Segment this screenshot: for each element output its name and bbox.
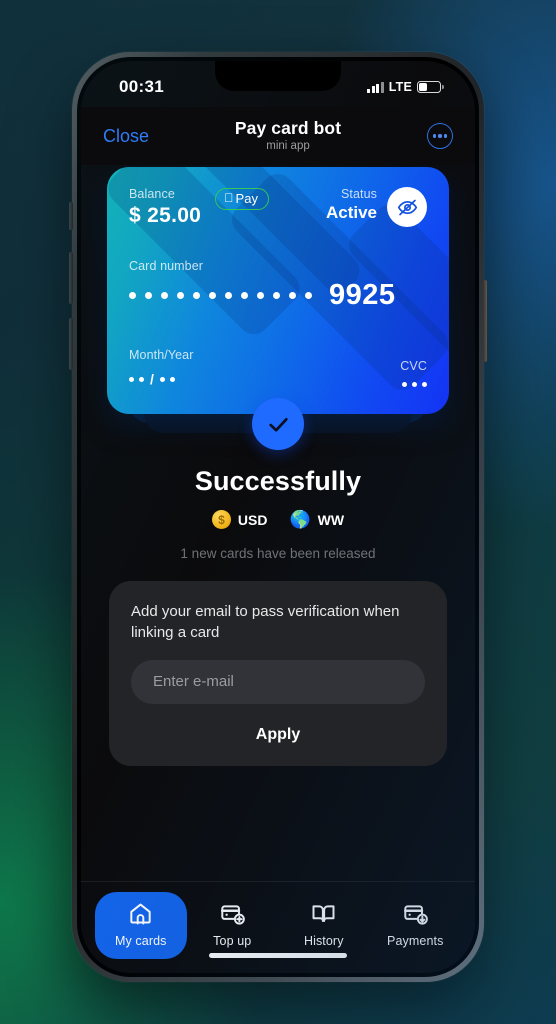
page-subtitle: mini app: [266, 139, 310, 152]
email-verification-panel: Add your email to pass verification when…: [109, 581, 447, 766]
globe-icon: 🌎: [289, 510, 311, 529]
masked-group: [129, 292, 184, 299]
check-circle-icon: [252, 398, 304, 450]
expiry-label: Month/Year: [129, 348, 194, 362]
network-type-label: LTE: [388, 80, 412, 94]
phone-bezel: 00:31 LTE Close Pay card bot mini app Ba…: [77, 57, 479, 977]
cvc-block: CVC: [400, 357, 427, 387]
card-number-label: Card number: [129, 259, 204, 273]
currency-label: USD: [237, 511, 268, 528]
success-block: Successfully $ USD 🌎 WW 1 new cards have…: [81, 398, 475, 561]
balance-value: $ 25.00: [129, 204, 202, 227]
cvc-value: [400, 382, 427, 387]
status-bar-time: 00:31: [119, 77, 164, 96]
card-bottom-row: Month/Year / CVC: [129, 346, 427, 387]
phone-screen: 00:31 LTE Close Pay card bot mini app Ba…: [81, 61, 475, 973]
card-top-row: Balance $ 25.00  Pay: [129, 187, 427, 228]
battery-icon: [417, 81, 444, 93]
app-content: Balance $ 25.00  Pay: [81, 165, 475, 973]
close-button[interactable]: Close: [103, 126, 149, 147]
dot: [432, 134, 436, 138]
phone-device-frame: 00:31 LTE Close Pay card bot mini app Ba…: [69, 52, 487, 982]
silent-switch[interactable]: [69, 202, 73, 230]
apple-pay-badge[interactable]:  Pay: [215, 188, 269, 210]
email-field[interactable]: [131, 659, 425, 704]
device-notch: [215, 61, 341, 91]
currency-region-badges: $ USD 🌎 WW: [81, 510, 475, 529]
dollar-coin-icon: $: [211, 510, 231, 529]
expiry-value: /: [129, 371, 193, 387]
page-title: Pay card bot: [234, 118, 342, 139]
region-badge: 🌎 WW: [289, 511, 344, 528]
balance-label: Balance: [129, 187, 175, 201]
card-last-four: 9925: [329, 279, 396, 311]
card-number-value: 9925: [129, 281, 427, 310]
card-number-block: Card number 9925: [129, 257, 427, 310]
currency-badge: $ USD: [211, 510, 268, 529]
cards-released-text: 1 new cards have been released: [180, 546, 376, 561]
apple-pay-label: Pay: [226, 191, 258, 206]
balance-block: Balance $ 25.00  Pay: [129, 187, 269, 228]
status-block: Status Active: [326, 187, 427, 227]
masked-group: [257, 292, 312, 299]
virtual-card[interactable]: Balance $ 25.00  Pay: [107, 167, 449, 414]
desktop-backdrop: 00:31 LTE Close Pay card bot mini app Ba…: [0, 0, 556, 1024]
masked-group: [193, 292, 248, 299]
status-bar-indicators: LTE: [367, 80, 444, 94]
header-title-block: Pay card bot mini app: [235, 119, 341, 152]
apple-logo-icon: : [224, 192, 233, 205]
apply-button[interactable]: Apply: [131, 718, 425, 748]
region-label: WW: [317, 511, 345, 528]
status-label: Status: [340, 187, 377, 201]
panel-description: Add your email to pass verification when…: [131, 603, 400, 642]
success-title: Successfully: [194, 466, 362, 496]
signal-bars-icon: [367, 81, 384, 93]
dot: [438, 134, 442, 138]
more-options-icon[interactable]: [426, 123, 453, 149]
cvc-label: CVC: [400, 359, 427, 373]
volume-down-button[interactable]: [69, 318, 73, 370]
expiry-block: Month/Year /: [129, 346, 193, 387]
app-header: Close Pay card bot mini app: [81, 107, 475, 165]
power-button[interactable]: [483, 280, 487, 362]
status-badge: Active: [325, 203, 377, 222]
card-stack: Balance $ 25.00  Pay: [81, 165, 475, 433]
volume-up-button[interactable]: [69, 252, 73, 304]
dot: [444, 134, 448, 138]
eye-off-icon[interactable]: [387, 187, 427, 227]
